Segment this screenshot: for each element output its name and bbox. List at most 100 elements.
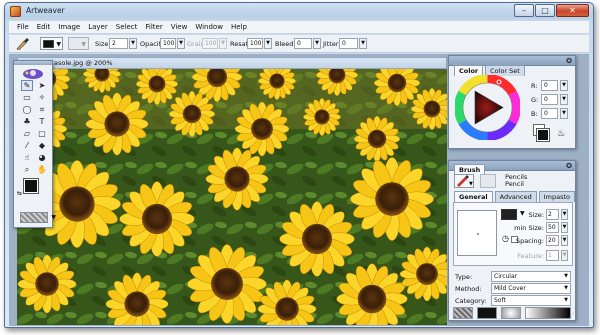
blur-tool-icon[interactable]: ◕	[36, 152, 48, 163]
chevron-down-icon: ▼	[51, 214, 56, 221]
red-dropdown[interactable]: ▼	[560, 80, 568, 91]
size-field[interactable]: 2	[109, 38, 128, 49]
grain-dropdown: ▼	[219, 38, 227, 49]
tools-panel-grip[interactable]	[14, 61, 52, 65]
jitter-field[interactable]: 0	[339, 38, 358, 49]
brush-type-select[interactable]: Circular ▼	[491, 271, 571, 282]
eraser-tool-icon[interactable]: ▱	[21, 128, 33, 139]
panel-close-icon[interactable]: ✪	[566, 57, 572, 65]
menu-image[interactable]: Image	[54, 23, 84, 31]
brush-settings-tabs: General Advanced Impasto	[454, 191, 575, 202]
brush-category-label: Category:	[455, 297, 487, 305]
opacity-field[interactable]: 100	[160, 38, 176, 49]
lasso-tool-icon[interactable]: ◯	[21, 104, 33, 115]
image-canvas[interactable]	[17, 69, 447, 325]
blue-dropdown[interactable]: ▼	[560, 108, 568, 119]
menu-help[interactable]: Help	[227, 23, 251, 31]
brush-variant-selector[interactable]: ▼	[68, 37, 89, 50]
foreground-color-swatch[interactable]	[536, 128, 550, 142]
sunflower	[187, 244, 267, 324]
brush-color-preview[interactable]	[477, 307, 497, 319]
brush-size-field[interactable]: 2	[546, 209, 559, 220]
menu-layer[interactable]: Layer	[84, 23, 112, 31]
sunflower-field-image	[17, 69, 447, 325]
tool-options-bar: ▼ ▼ Size: 2 ▼ Opacity: 100 ▼ Grain: 100 …	[9, 35, 589, 53]
feature-label: Feature:	[517, 252, 544, 260]
size-dropdown[interactable]: ▼	[129, 38, 137, 49]
menu-view[interactable]: View	[167, 23, 192, 31]
rect-select-tool-icon[interactable]: ▭	[21, 92, 33, 103]
minimize-button[interactable]: –	[514, 4, 534, 17]
paper-texture-selector[interactable]: ▼	[20, 212, 56, 223]
green-label: G:	[531, 96, 539, 104]
brush-category-row: ▼ Pencils Pencil	[454, 174, 572, 190]
menu-select[interactable]: Select	[112, 23, 142, 31]
green-dropdown[interactable]: ▼	[560, 94, 568, 105]
maximize-button[interactable]: □	[535, 4, 555, 17]
spacing-clock-icon[interactable]: ◷	[502, 234, 509, 243]
chevron-down-icon: ▼	[56, 41, 61, 48]
document-title-bar[interactable]: asole.jpg @ 200%	[17, 57, 447, 69]
menu-edit[interactable]: Edit	[33, 23, 55, 31]
green-field[interactable]: 0	[541, 94, 558, 105]
artweaver-logo-icon	[14, 66, 52, 79]
jitter-dropdown[interactable]: ▼	[359, 38, 367, 49]
bleed-label: Bleed:	[275, 40, 296, 48]
tab-general[interactable]: General	[454, 191, 493, 202]
blue-field[interactable]: 0	[541, 108, 558, 119]
brush-dab-preview[interactable]	[501, 307, 521, 319]
bleed-dropdown[interactable]: ▼	[313, 38, 321, 49]
resat-field[interactable]: 100	[247, 38, 263, 49]
crop-tool-icon[interactable]: ⌗	[36, 104, 48, 115]
stamp-tool-icon[interactable]: ♣	[21, 116, 33, 127]
zoom-tool-icon[interactable]: ⌕	[21, 164, 33, 175]
hand-tool-icon[interactable]: ✋	[36, 164, 48, 175]
gradient-preview[interactable]	[525, 307, 571, 319]
resat-dropdown[interactable]: ▼	[264, 38, 272, 49]
paper-texture-preview[interactable]	[453, 307, 473, 319]
feature-field: 1	[546, 250, 559, 261]
color-wheel[interactable]	[454, 74, 521, 141]
color-panel-swatches	[531, 122, 557, 142]
bucket-tool-icon[interactable]: ◆	[36, 140, 48, 151]
shape-tool-icon[interactable]: ▢	[36, 128, 48, 139]
brush-category-selector[interactable]: ▼	[454, 174, 474, 188]
title-bar: Artweaver – □ ✕	[5, 3, 593, 21]
sunflower	[350, 157, 434, 241]
tab-impasto[interactable]: Impasto	[538, 191, 575, 202]
brush-tool-icon[interactable]: ✎	[21, 80, 33, 91]
tab-advanced[interactable]: Advanced	[494, 191, 537, 202]
spacing-field[interactable]: 20	[546, 235, 559, 246]
text-tool-icon[interactable]: T	[36, 116, 48, 127]
brush-type-value: Circular	[494, 273, 518, 280]
opacity-dropdown[interactable]: ▼	[177, 38, 185, 49]
brush-method-select[interactable]: Mild Cover ▼	[491, 283, 571, 294]
menu-window[interactable]: Window	[191, 23, 227, 31]
red-field[interactable]: 0	[541, 80, 558, 91]
brush-size-dropdown[interactable]: ▼	[561, 209, 568, 220]
brush-method-label: Method:	[455, 285, 482, 293]
swap-colors-icon[interactable]: ⇆	[17, 190, 22, 197]
min-size-field[interactable]: 50	[546, 222, 559, 233]
menu-file[interactable]: File	[13, 23, 33, 31]
min-size-dropdown[interactable]: ▼	[561, 222, 568, 233]
magic-wand-tool-icon[interactable]: ✧	[36, 92, 48, 103]
foreground-color-swatch[interactable]	[23, 178, 39, 194]
move-tool-icon[interactable]: ➤	[36, 80, 48, 91]
close-button[interactable]: ✕	[556, 4, 589, 17]
bleed-field[interactable]: 0	[294, 38, 312, 49]
grain-field: 100	[202, 38, 218, 49]
brush-preset-swatch	[43, 40, 54, 48]
feature-dropdown: ▼	[561, 250, 568, 261]
smudge-tool-icon[interactable]: ☝	[21, 152, 33, 163]
panel-close-icon[interactable]: ✪	[566, 162, 572, 170]
brush-preset-selector[interactable]: ▼	[40, 37, 63, 50]
resize-grip-icon[interactable]: ⋰	[568, 312, 574, 319]
color-sampler-icon[interactable]: ♨	[557, 129, 565, 139]
brush-shape-selector[interactable]: ▼	[501, 209, 525, 220]
menu-filter[interactable]: Filter	[141, 23, 166, 31]
eyedropper-tool-icon[interactable]: ⁄	[21, 140, 33, 151]
spacing-dropdown[interactable]: ▼	[561, 235, 568, 246]
brush-category-select[interactable]: Soft ▼	[491, 295, 571, 306]
brush-variant-selector[interactable]	[480, 174, 496, 188]
